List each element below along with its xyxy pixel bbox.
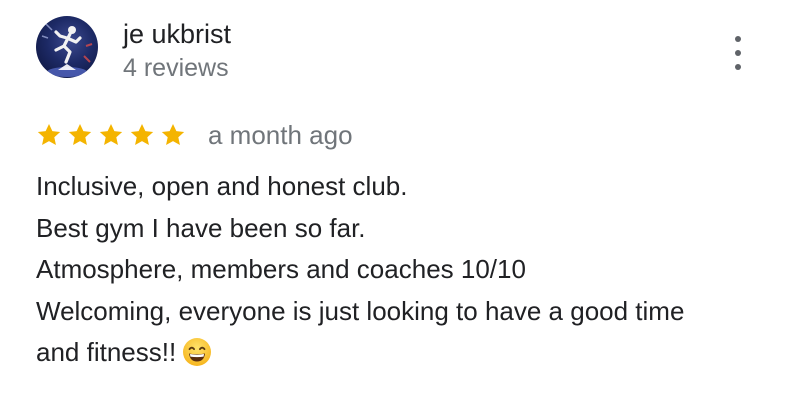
author-avatar[interactable]	[36, 16, 98, 78]
star-rating	[36, 122, 191, 148]
review-text-line: Welcoming, everyone is just looking to h…	[36, 295, 685, 326]
author-name[interactable]: je ukbrist	[123, 17, 231, 51]
star-icon	[160, 122, 186, 148]
star-icon	[98, 122, 124, 148]
author-review-count[interactable]: 4 reviews	[123, 52, 229, 84]
more-vert-icon	[735, 36, 741, 42]
star-icon	[67, 122, 93, 148]
review-text-line: and fitness!!	[36, 337, 177, 367]
review-text: Inclusive, open and honest club. Best gy…	[36, 166, 776, 374]
rating-row: a month ago	[36, 118, 353, 152]
review-text-last-line: and fitness!!	[36, 332, 776, 374]
runner-avatar-icon	[41, 23, 93, 77]
review-date: a month ago	[208, 120, 353, 150]
star-icon	[129, 122, 155, 148]
star-icon	[36, 122, 62, 148]
review-text-line: Best gym I have been so far.	[36, 212, 366, 243]
review-text-line: Atmosphere, members and coaches 10/10	[36, 254, 526, 284]
more-options-button[interactable]	[724, 36, 752, 70]
review-text-line: Inclusive, open and honest club.	[36, 171, 408, 201]
grinning-face-emoji-icon	[182, 337, 212, 367]
